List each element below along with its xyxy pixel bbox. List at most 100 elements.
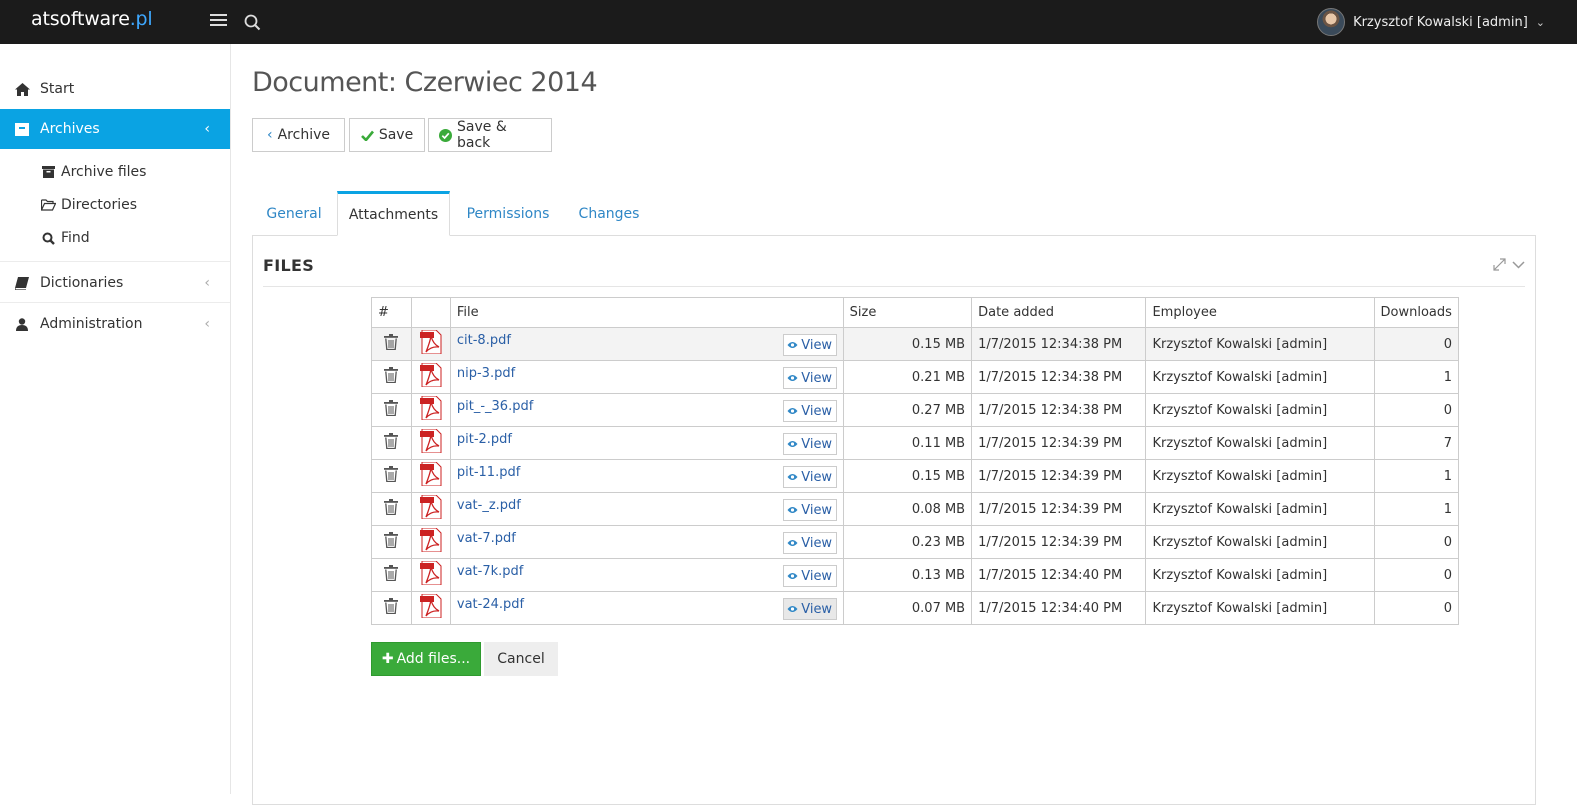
tab-attachments[interactable]: Attachments bbox=[337, 191, 450, 236]
check-circle-icon bbox=[439, 128, 452, 142]
view-label: View bbox=[801, 337, 833, 353]
view-label: View bbox=[801, 535, 833, 551]
size-cell: 0.13 MB bbox=[842, 558, 973, 592]
sidebar-subitem-label: Directories bbox=[61, 197, 138, 213]
trash-icon[interactable] bbox=[384, 433, 399, 449]
downloads-cell: 0 bbox=[1373, 327, 1460, 361]
cancel-button[interactable]: Cancel bbox=[484, 642, 558, 676]
pdf-file-icon bbox=[419, 594, 442, 618]
table-row: vat-24.pdf View 0.07 MB 1/7/2015 12:34:40 P… bbox=[371, 591, 1460, 625]
sidebar-item-dictionaries[interactable]: Dictionaries ‹ bbox=[0, 263, 230, 303]
sidebar-item-administration[interactable]: Administration ‹ bbox=[0, 304, 230, 344]
view-button[interactable]: View bbox=[782, 565, 837, 587]
view-button[interactable]: View bbox=[782, 367, 837, 389]
eye-icon bbox=[787, 572, 798, 580]
file-link[interactable]: pit_-_36.pdf bbox=[457, 399, 533, 414]
downloads-cell: 0 bbox=[1373, 558, 1460, 592]
sidebar-item-label: Archives bbox=[40, 121, 100, 137]
user-menu[interactable]: Krzysztof Kowalski [admin] ⌄ bbox=[1317, 7, 1545, 37]
employee-cell: Krzysztof Kowalski [admin] bbox=[1145, 426, 1375, 460]
sidebar-item-label: Dictionaries bbox=[40, 275, 124, 291]
tab-changes[interactable]: Changes bbox=[566, 191, 652, 236]
trash-icon[interactable] bbox=[384, 532, 399, 548]
chevron-left-icon: ‹ bbox=[267, 127, 273, 143]
file-type-cell bbox=[410, 360, 451, 394]
view-button[interactable]: View bbox=[782, 334, 837, 356]
brand-tld: .pl bbox=[129, 8, 153, 30]
eye-icon bbox=[787, 407, 798, 415]
file-link[interactable]: vat-24.pdf bbox=[457, 597, 524, 612]
trash-icon[interactable] bbox=[384, 598, 399, 614]
trash-icon[interactable] bbox=[384, 367, 399, 383]
pdf-file-icon bbox=[419, 495, 442, 519]
employee-cell: Krzysztof Kowalski [admin] bbox=[1145, 591, 1375, 625]
file-type-cell bbox=[410, 459, 451, 493]
file-cell: cit-8.pdf View bbox=[449, 327, 844, 361]
search-icon[interactable] bbox=[244, 14, 261, 35]
view-button[interactable]: View bbox=[782, 466, 837, 488]
archive-icon bbox=[40, 166, 56, 178]
size-cell: 0.15 MB bbox=[842, 459, 973, 493]
size-cell: 0.11 MB bbox=[842, 426, 973, 460]
chevron-left-icon: ‹ bbox=[204, 121, 210, 137]
save-button[interactable]: Save bbox=[349, 118, 425, 152]
menu-toggle-icon[interactable] bbox=[210, 14, 227, 28]
view-button[interactable]: View bbox=[782, 532, 837, 554]
folder-open-icon bbox=[40, 199, 56, 211]
table-row: vat-7k.pdf View 0.13 MB 1/7/2015 12:34:40 P… bbox=[371, 558, 1460, 592]
trash-icon[interactable] bbox=[384, 565, 399, 581]
file-type-cell bbox=[410, 393, 451, 427]
trash-icon[interactable] bbox=[384, 334, 399, 350]
trash-icon[interactable] bbox=[384, 466, 399, 482]
table-row: vat-7.pdf View 0.23 MB 1/7/2015 12:34:39 PM… bbox=[371, 525, 1460, 559]
sidebar-item-start[interactable]: Start bbox=[0, 69, 230, 109]
file-cell: vat-_z.pdf View bbox=[449, 492, 844, 526]
trash-icon[interactable] bbox=[384, 400, 399, 416]
sidebar-item-label: Start bbox=[40, 81, 75, 97]
downloads-cell: 0 bbox=[1373, 591, 1460, 625]
view-label: View bbox=[801, 403, 833, 419]
tab-general[interactable]: General bbox=[252, 191, 336, 236]
file-link[interactable]: vat-7k.pdf bbox=[457, 564, 523, 579]
brand-logo[interactable]: atsoftware.pl bbox=[31, 8, 153, 30]
sidebar-subitem-label: Archive files bbox=[61, 164, 147, 180]
table-row: pit_-_36.pdf View 0.27 MB 1/7/2015 12:34:38… bbox=[371, 393, 1460, 427]
view-button[interactable]: View bbox=[782, 598, 837, 620]
eye-icon bbox=[787, 605, 798, 613]
file-cell: pit-11.pdf View bbox=[449, 459, 844, 493]
pdf-file-icon bbox=[419, 429, 442, 453]
trash-icon[interactable] bbox=[384, 499, 399, 515]
view-button[interactable]: View bbox=[782, 433, 837, 455]
delete-cell bbox=[371, 426, 412, 460]
sidebar-item-archives[interactable]: Archives ‹ bbox=[0, 109, 230, 149]
add-files-button[interactable]: ✚ Add files... bbox=[371, 642, 481, 676]
sidebar-subitem-directories[interactable]: Directories bbox=[40, 193, 137, 217]
table-row: nip-3.pdf View 0.21 MB 1/7/2015 12:34:38 PM… bbox=[371, 360, 1460, 394]
save-and-back-button[interactable]: Save & back bbox=[428, 118, 552, 152]
downloads-cell: 1 bbox=[1373, 492, 1460, 526]
file-link[interactable]: nip-3.pdf bbox=[457, 366, 515, 381]
file-link[interactable]: pit-11.pdf bbox=[457, 465, 520, 480]
archive-button-label: Archive bbox=[277, 127, 330, 143]
file-type-cell bbox=[410, 492, 451, 526]
view-button[interactable]: View bbox=[782, 499, 837, 521]
archive-back-button[interactable]: ‹ Archive bbox=[252, 118, 345, 152]
downloads-cell: 1 bbox=[1373, 360, 1460, 394]
file-link[interactable]: vat-_z.pdf bbox=[457, 498, 521, 513]
file-link[interactable]: pit-2.pdf bbox=[457, 432, 512, 447]
expand-icon[interactable] bbox=[1493, 258, 1506, 271]
chevron-down-icon[interactable] bbox=[1512, 258, 1525, 271]
date-cell: 1/7/2015 12:34:40 PM bbox=[971, 558, 1147, 592]
employee-cell: Krzysztof Kowalski [admin] bbox=[1145, 459, 1375, 493]
view-button[interactable]: View bbox=[782, 400, 837, 422]
file-link[interactable]: cit-8.pdf bbox=[457, 333, 511, 348]
downloads-cell: 0 bbox=[1373, 525, 1460, 559]
size-cell: 0.08 MB bbox=[842, 492, 973, 526]
sidebar-subitem-archive-files[interactable]: Archive files bbox=[40, 160, 146, 184]
sidebar-subitem-find[interactable]: Find bbox=[40, 226, 90, 250]
home-icon bbox=[14, 82, 30, 96]
file-link[interactable]: vat-7.pdf bbox=[457, 531, 516, 546]
tab-permissions[interactable]: Permissions bbox=[452, 191, 564, 236]
add-files-label: Add files... bbox=[396, 651, 471, 667]
eye-icon bbox=[787, 440, 798, 448]
